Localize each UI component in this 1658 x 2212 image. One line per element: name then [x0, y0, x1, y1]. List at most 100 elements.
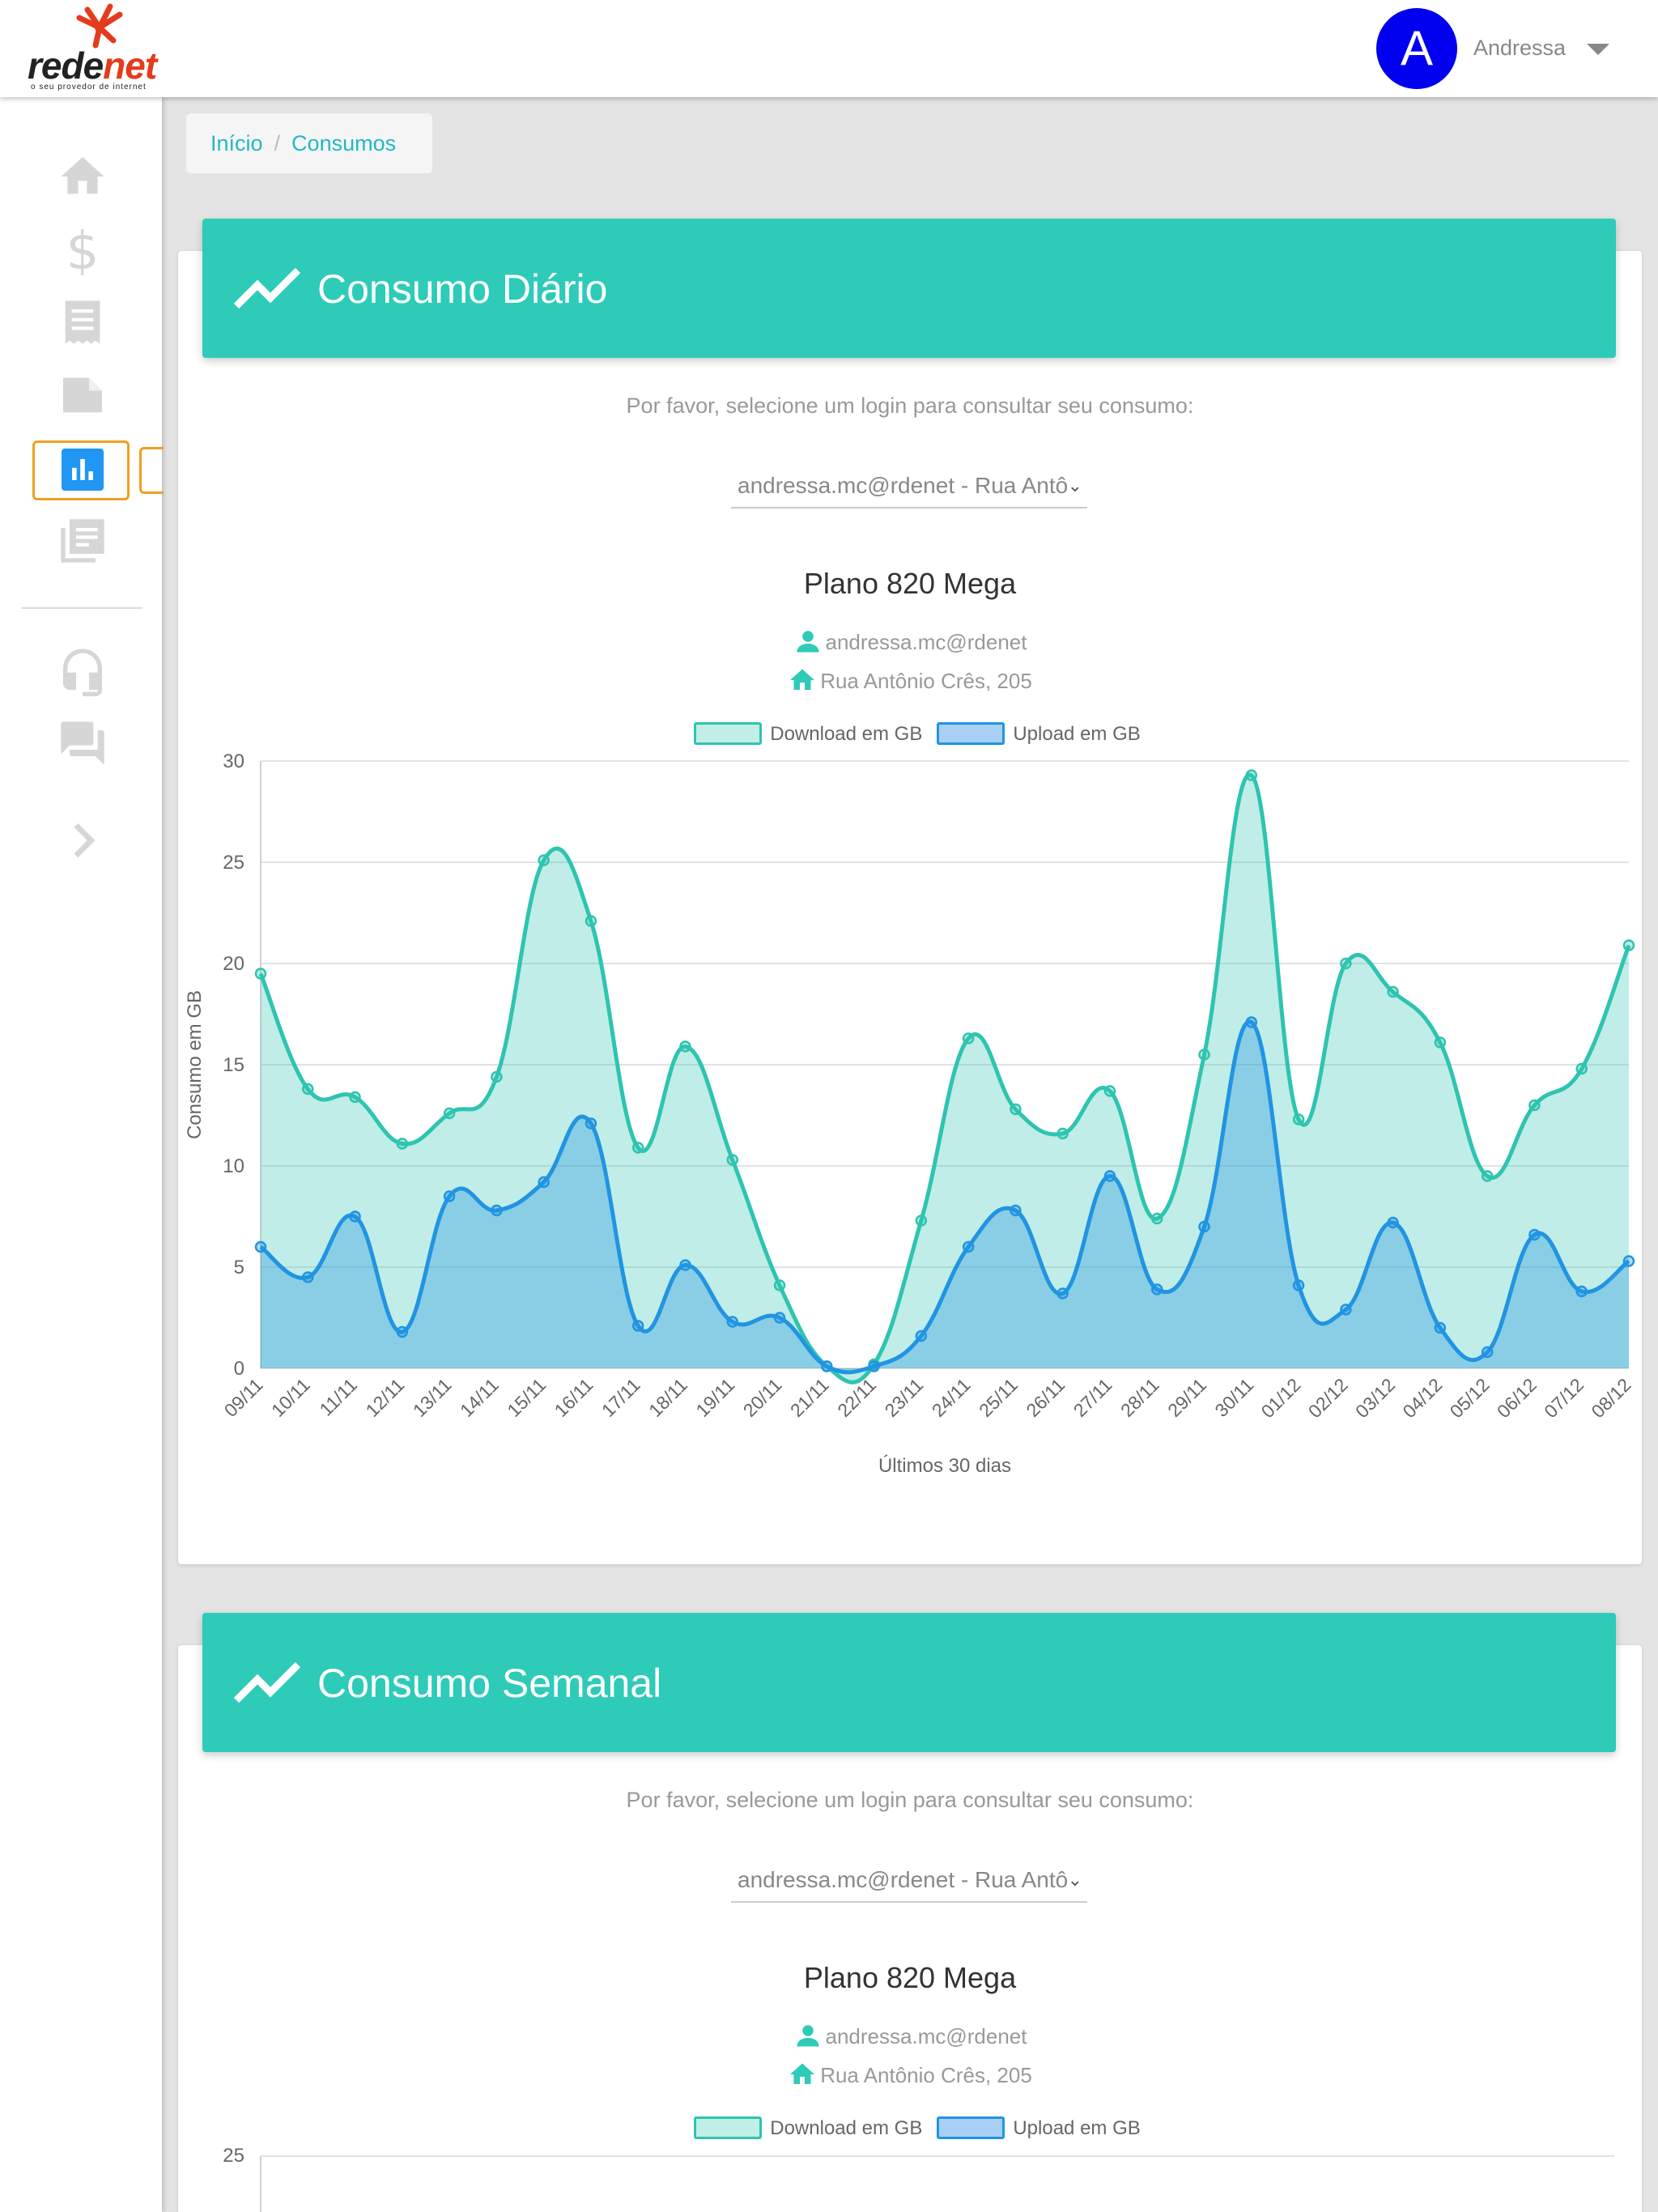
x-tick-label: 01/12	[1257, 1374, 1305, 1422]
x-tick-label: 20/11	[739, 1374, 786, 1421]
x-tick-label: 07/12	[1540, 1374, 1588, 1422]
x-tick-label: 13/11	[409, 1374, 456, 1421]
download-point	[1434, 1036, 1447, 1049]
upload-point	[631, 1320, 644, 1332]
x-tick-label: 28/11	[1116, 1374, 1163, 1421]
y-tick-label: 20	[223, 953, 244, 975]
download-point	[915, 1214, 928, 1227]
person-icon	[797, 2025, 819, 2047]
weekly-card-title: Consumo Semanal	[317, 1661, 662, 1706]
download-point	[349, 1091, 361, 1104]
user-name[interactable]: Andressa	[1473, 36, 1566, 61]
x-tick-label: 05/12	[1446, 1374, 1494, 1422]
x-tick-label: 16/11	[551, 1374, 597, 1421]
chevron-right-icon[interactable]	[57, 815, 108, 866]
logo-wordmark: redenet	[28, 44, 157, 87]
sidebar: $	[0, 97, 164, 2212]
library-books-icon[interactable]	[57, 515, 108, 567]
weekly-login-text: andressa.mc@rdenet	[825, 2024, 1027, 2048]
download-point	[396, 1138, 409, 1150]
upload-point	[726, 1316, 739, 1328]
legend-swatch-upload[interactable]	[937, 2116, 1005, 2139]
x-tick-label: 09/11	[220, 1374, 267, 1421]
weekly-plan-name: Plano 820 Mega	[803, 1961, 1017, 1994]
download-point	[443, 1107, 456, 1120]
x-tick-label: 27/11	[1069, 1374, 1116, 1421]
upload-point	[585, 1117, 597, 1129]
weekly-login-info: andressa.mc@rdenet	[178, 2021, 1642, 2050]
logo-word-right: net	[103, 45, 157, 87]
upload-point	[443, 1190, 456, 1202]
daily-consumption-chart: 0 5 10 15 20 25 30 09/11 10/11 11/11 12/11 13/11 14/…	[184, 751, 1635, 1477]
upload-point	[491, 1204, 503, 1217]
upload-point	[773, 1312, 786, 1324]
download-point	[1340, 957, 1352, 970]
y-axis-title: Consumo em GB	[184, 990, 206, 1139]
download-point	[631, 1142, 644, 1154]
weekly-card-header: Consumo Semanal	[202, 1613, 1616, 1752]
x-tick-label: 18/11	[644, 1374, 691, 1421]
upload-point	[1434, 1321, 1447, 1334]
upload-point	[962, 1240, 975, 1253]
weekly-legend-label-download: Download em GB	[770, 2117, 923, 2139]
download-point	[1150, 1212, 1163, 1225]
download-point	[773, 1279, 786, 1291]
download-point	[1387, 985, 1399, 998]
upload-point	[1292, 1279, 1305, 1291]
upload-point	[1056, 1287, 1069, 1300]
x-tick-label: 08/12	[1587, 1374, 1635, 1422]
y-tick-label: 30	[223, 751, 244, 772]
download-point	[538, 854, 550, 866]
forum-icon[interactable]	[57, 717, 108, 769]
download-point	[1481, 1170, 1494, 1182]
x-tick-label: 17/11	[597, 1374, 644, 1421]
download-point	[254, 968, 267, 980]
upload-point	[396, 1325, 409, 1338]
user-avatar[interactable]: A	[1376, 8, 1457, 89]
upload-point	[1622, 1255, 1635, 1267]
chevron-down-icon: ⌄	[1067, 1870, 1082, 1890]
y-tick-label: 10	[223, 1155, 244, 1177]
x-tick-label: 15/11	[503, 1374, 550, 1421]
upload-point	[1387, 1216, 1399, 1229]
upload-point	[1010, 1204, 1022, 1217]
x-tick-label: 14/11	[456, 1374, 503, 1421]
redenet-logo[interactable]: redenet o seu provedor de internet	[24, 3, 170, 94]
y-tick-label: 25	[223, 852, 244, 874]
x-tick-label: 23/11	[881, 1374, 928, 1421]
download-point	[585, 915, 597, 927]
upload-point	[349, 1210, 361, 1223]
x-tick-label: 11/11	[315, 1374, 361, 1420]
note-icon[interactable]	[57, 369, 108, 421]
x-tick-label: 24/11	[928, 1374, 975, 1421]
download-point	[1010, 1103, 1022, 1116]
upload-point	[254, 1240, 267, 1253]
weekly-login-select[interactable]: andressa.mc@rdenet - Rua Antô ⌄	[731, 1857, 1087, 1903]
upload-point	[1575, 1285, 1588, 1298]
upload-point	[1103, 1170, 1116, 1182]
bar-chart-icon[interactable]	[62, 449, 104, 491]
caret-down-icon[interactable]	[1587, 44, 1609, 55]
home-icon	[790, 2063, 815, 2084]
weekly-chart-legend: Download em GB Upload em GB	[178, 2116, 1642, 2140]
y-tick-label: 15	[223, 1054, 244, 1076]
upload-point	[1481, 1346, 1494, 1359]
download-point	[1622, 939, 1635, 951]
weekly-login-select-value: andressa.mc@rdenet - Rua Antô	[738, 1867, 1069, 1892]
logo-tagline: o seu provedor de internet	[31, 83, 147, 91]
trending-up-icon	[233, 1661, 301, 1704]
weekly-address-text: Rua Antônio Crês, 205	[820, 2063, 1032, 2087]
download-point	[491, 1070, 503, 1083]
weekly-address-info: Rua Antônio Crês, 205	[178, 2060, 1642, 2089]
x-tick-label: 29/11	[1163, 1374, 1210, 1421]
dollar-icon[interactable]: $	[57, 222, 108, 282]
upload-point	[538, 1176, 550, 1189]
x-tick-label: 04/12	[1398, 1374, 1446, 1422]
weekly-legend-label-upload: Upload em GB	[1013, 2117, 1141, 2139]
download-point	[1575, 1062, 1588, 1075]
receipt-icon[interactable]	[57, 296, 108, 348]
y-tick-label: 5	[234, 1257, 244, 1278]
home-icon[interactable]	[57, 151, 108, 202]
legend-swatch-download[interactable]	[694, 2116, 763, 2139]
headset-icon[interactable]	[57, 644, 108, 696]
